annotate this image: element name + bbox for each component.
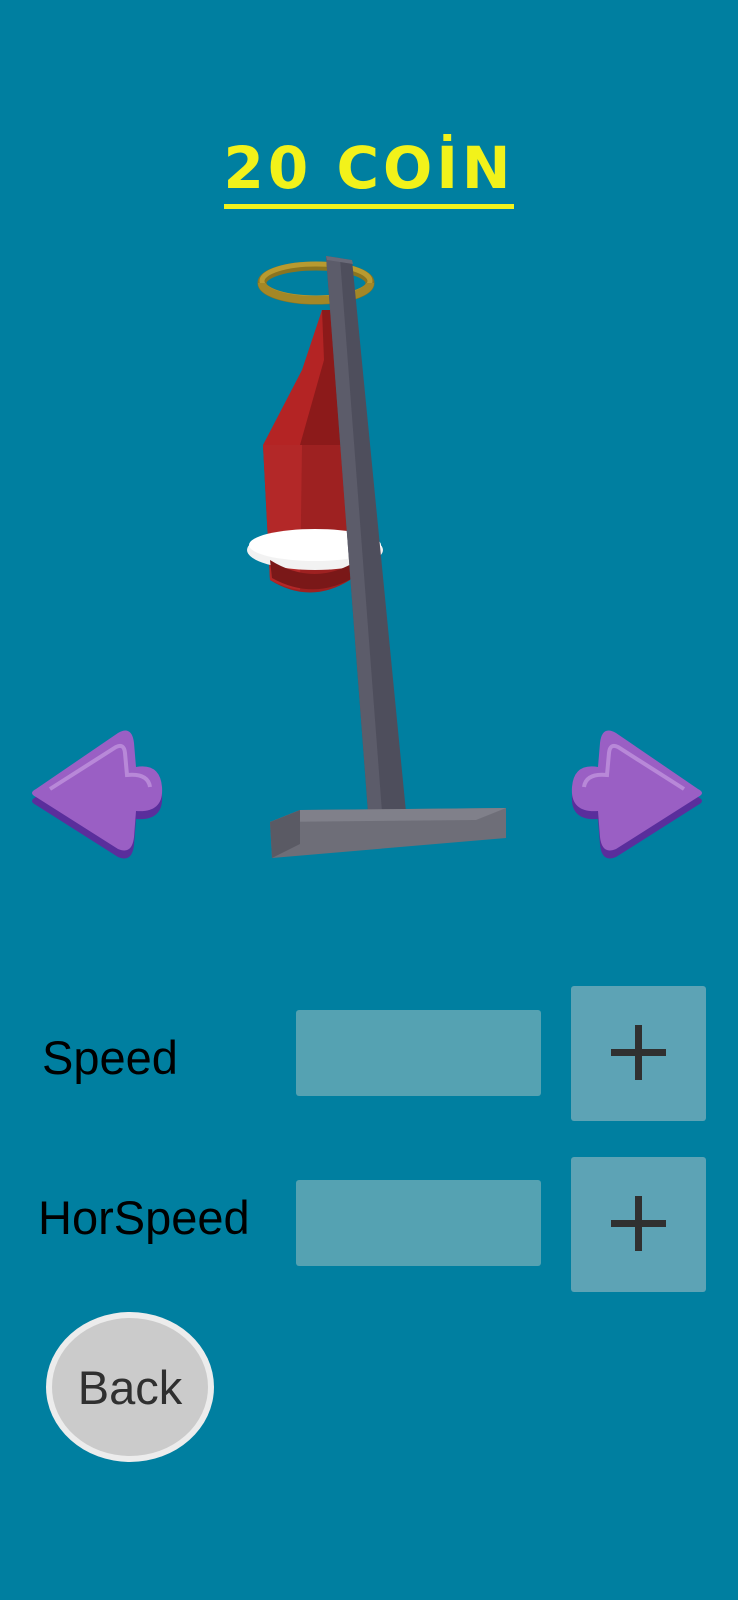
arrow-left-icon [32, 730, 163, 859]
coin-counter-text: 20 COİN [223, 132, 515, 209]
back-button[interactable]: Back [46, 1312, 214, 1462]
horspeed-upgrade-button[interactable] [571, 1157, 706, 1292]
next-character-button[interactable] [564, 725, 704, 870]
previous-character-button[interactable] [30, 725, 170, 870]
character-preview [247, 256, 506, 858]
back-button-label: Back [52, 1318, 208, 1456]
coin-counter: 20 COİN [0, 132, 738, 209]
horspeed-label: HorSpeed [38, 1191, 250, 1244]
base-shape [270, 808, 506, 858]
horspeed-level-bar [296, 1180, 541, 1266]
speed-label: Speed [42, 1031, 178, 1084]
speed-level-bar [296, 1010, 541, 1096]
arrow-right-icon [571, 730, 702, 859]
speed-upgrade-button[interactable] [571, 986, 706, 1121]
